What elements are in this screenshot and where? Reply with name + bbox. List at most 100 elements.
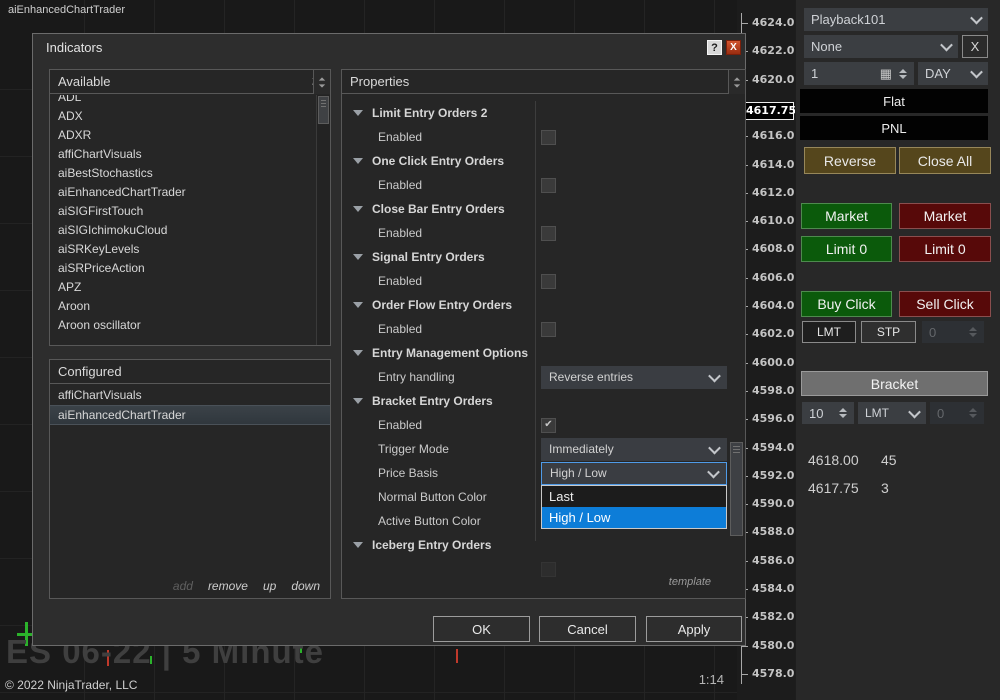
help-button[interactable]: ? <box>707 40 722 55</box>
property-group-one-click-entry-orders[interactable]: One Click Entry Orders <box>342 149 729 173</box>
dialog-title: Indicators <box>46 40 102 55</box>
stp-toggle-button[interactable]: STP <box>861 321 916 343</box>
property-row: Enabled <box>342 317 729 341</box>
template-link[interactable]: template <box>669 576 711 588</box>
available-item[interactable]: aiSIGFirstTouch <box>50 202 317 221</box>
property-group-close-bar-entry-orders[interactable]: Close Bar Entry Orders <box>342 197 729 221</box>
available-item[interactable]: affiChartVisuals <box>50 145 317 164</box>
available-item[interactable]: aiEnhancedChartTrader <box>50 183 317 202</box>
dropdown-option[interactable]: Last <box>542 486 726 507</box>
close-icon[interactable]: X <box>726 40 741 55</box>
property-rows: Limit Entry Orders 2 Enabled One Click Ent… <box>342 95 729 598</box>
entry-handling-dropdown[interactable]: Reverse entries <box>541 366 727 389</box>
configured-header: Configured <box>50 360 330 384</box>
property-group-order-flow-entry-orders[interactable]: Order Flow Entry Orders <box>342 293 729 317</box>
dialog-title-bar[interactable]: Indicators <box>33 34 745 60</box>
bracket-qty-stepper[interactable]: 10 <box>802 402 854 424</box>
properties-scrollbar-thumb[interactable] <box>730 442 743 536</box>
expander-icon[interactable] <box>353 110 363 116</box>
available-item[interactable]: aiSRKeyLevels <box>50 240 317 259</box>
expander-icon[interactable] <box>353 350 363 356</box>
lmt-toggle-button[interactable]: LMT <box>802 321 856 343</box>
available-scrollbar[interactable] <box>316 95 330 345</box>
buy-click-button[interactable]: Buy Click <box>801 291 892 317</box>
scroll-down-icon[interactable] <box>319 84 325 87</box>
quantity-spin-arrows[interactable] <box>899 69 907 79</box>
property-control <box>541 130 727 145</box>
up-link[interactable]: up <box>263 579 276 593</box>
expander-icon[interactable] <box>353 254 363 260</box>
available-item[interactable]: Aroon <box>50 297 317 316</box>
property-group-limit-entry-orders-2[interactable]: Limit Entry Orders 2 <box>342 101 729 125</box>
bracket-button[interactable]: Bracket <box>801 371 988 396</box>
scroll-up-icon[interactable] <box>319 77 325 80</box>
property-group-entry-management-options[interactable]: Entry Management Options <box>342 341 729 365</box>
available-scroll-arrows[interactable] <box>313 70 330 94</box>
price-label: 4620.00 <box>752 73 794 86</box>
chart-clock: 1:14 <box>664 672 724 687</box>
reverse-button[interactable]: Reverse <box>804 147 896 174</box>
properties-scroll-arrows[interactable] <box>728 70 745 94</box>
available-item[interactable]: ADL <box>50 95 317 107</box>
cancel-button[interactable]: Cancel <box>539 616 636 642</box>
properties-panel: Properties Limit Entry Orders 2EnabledOn… <box>341 69 746 599</box>
available-item[interactable]: aiBestStochastics <box>50 164 317 183</box>
available-item[interactable]: Aroon oscillator <box>50 316 317 335</box>
checkbox[interactable] <box>541 178 556 193</box>
checkbox[interactable] <box>541 274 556 289</box>
scroll-up-icon[interactable] <box>734 77 740 80</box>
scroll-down-icon[interactable] <box>734 84 740 87</box>
checkbox[interactable] <box>541 226 556 241</box>
property-label: Active Button Color <box>342 514 536 528</box>
expander-icon[interactable] <box>353 542 363 548</box>
expander-icon[interactable] <box>353 398 363 404</box>
expander-icon[interactable] <box>353 302 363 308</box>
property-group-bracket-entry-orders[interactable]: Bracket Entry Orders <box>342 389 729 413</box>
buy-market-button[interactable]: Market <box>801 203 892 229</box>
configured-item[interactable]: affiChartVisuals <box>50 385 330 405</box>
available-item[interactable]: aiSRPriceAction <box>50 259 317 278</box>
price-label: 4582.00 <box>752 610 794 623</box>
sell-market-button[interactable]: Market <box>899 203 991 229</box>
configured-panel: Configured affiChartVisualsaiEnhancedCha… <box>49 359 331 599</box>
sell-limit-button[interactable]: Limit 0 <box>899 236 991 262</box>
sell-click-button[interactable]: Sell Click <box>899 291 991 317</box>
atm-strategy-dropdown[interactable]: None <box>804 35 958 58</box>
available-item[interactable]: APZ <box>50 278 317 297</box>
quantity-stepper[interactable]: 1 ▦ <box>804 62 914 85</box>
tif-dropdown[interactable]: DAY <box>918 62 988 85</box>
available-item[interactable]: ADXR <box>50 126 317 145</box>
apply-button[interactable]: Apply <box>646 616 742 642</box>
ok-button[interactable]: OK <box>433 616 530 642</box>
property-control: Immediately <box>541 438 727 461</box>
property-group-iceberg-entry-orders[interactable]: Iceberg Entry Orders <box>342 533 729 557</box>
checkbox[interactable] <box>541 130 556 145</box>
close-all-button[interactable]: Close All <box>899 147 991 174</box>
bracket-type-dropdown[interactable]: LMT <box>858 402 926 424</box>
dropdown-option[interactable]: High / Low <box>542 507 726 528</box>
available-item[interactable]: ADX <box>50 107 317 126</box>
atm-close-button[interactable]: X <box>962 35 988 58</box>
property-group-label: Close Bar Entry Orders <box>372 202 505 216</box>
checkbox[interactable]: ✔ <box>541 418 556 433</box>
price-label: 4596.00 <box>752 412 794 425</box>
price-basis-dropdown[interactable]: High / Low <box>541 462 727 485</box>
expander-icon[interactable] <box>353 158 363 164</box>
account-dropdown[interactable]: Playback101 <box>804 8 988 31</box>
scrollbar-thumb[interactable] <box>318 96 329 124</box>
configured-item[interactable]: aiEnhancedChartTrader <box>50 405 330 425</box>
bracket-offset-value: 0 <box>937 406 944 421</box>
expander-icon[interactable] <box>353 206 363 212</box>
property-group-signal-entry-orders[interactable]: Signal Entry Orders <box>342 245 729 269</box>
checkbox[interactable] <box>541 562 556 577</box>
checkbox[interactable] <box>541 322 556 337</box>
price-label: 4594.00 <box>752 441 794 454</box>
buy-limit-button[interactable]: Limit 0 <box>801 236 892 262</box>
available-item[interactable]: aiSIGIchimokuCloud <box>50 221 317 240</box>
trigger-mode-dropdown[interactable]: Immediately <box>541 438 727 461</box>
remove-link[interactable]: remove <box>208 579 248 593</box>
bracket-qty-spin-arrows[interactable] <box>839 408 847 418</box>
price-label: 4608.00 <box>752 242 794 255</box>
down-link[interactable]: down <box>291 579 320 593</box>
price-label: 4578.00 <box>752 667 794 680</box>
